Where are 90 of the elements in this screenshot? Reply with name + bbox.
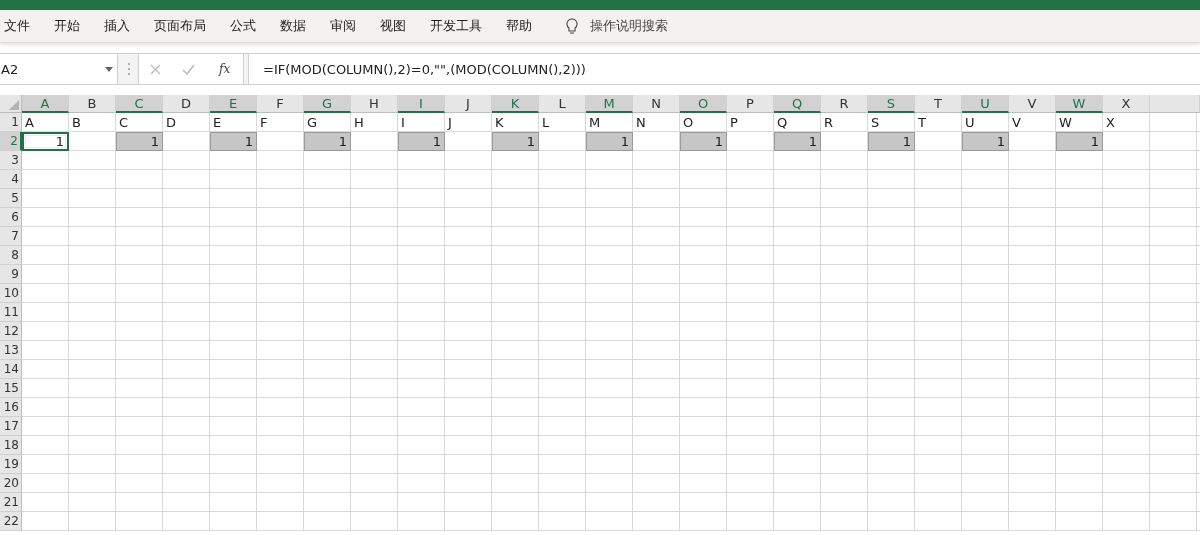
ribbon-tab[interactable]: 审阅: [318, 13, 368, 39]
column-header[interactable]: P: [727, 95, 774, 113]
row-header[interactable]: 16: [0, 398, 22, 417]
column-header[interactable]: D: [163, 95, 210, 113]
ribbon-tab[interactable]: 开始: [42, 13, 92, 39]
column-header[interactable]: Q: [774, 95, 821, 113]
row-header[interactable]: 19: [0, 455, 22, 474]
column-header[interactable]: [1150, 95, 1200, 113]
table-cell[interactable]: L: [539, 113, 586, 132]
ribbon-tab[interactable]: 公式: [218, 13, 268, 39]
column-header[interactable]: A: [22, 95, 69, 113]
select-all-icon[interactable]: [9, 100, 19, 110]
row-header[interactable]: 7: [0, 227, 22, 246]
column-header[interactable]: V: [1009, 95, 1056, 113]
column-header[interactable]: E: [210, 95, 257, 113]
column-header[interactable]: B: [69, 95, 116, 113]
table-cell[interactable]: R: [821, 113, 868, 132]
row-header[interactable]: 1: [0, 113, 22, 132]
table-cell[interactable]: 1: [210, 132, 257, 151]
table-cell[interactable]: 1: [868, 132, 915, 151]
column-header[interactable]: H: [351, 95, 398, 113]
table-cell[interactable]: 1: [398, 132, 445, 151]
row-header[interactable]: 13: [0, 341, 22, 360]
row-header[interactable]: 2: [0, 132, 22, 151]
table-cell[interactable]: 1: [1056, 132, 1103, 151]
ribbon-tab[interactable]: 页面布局: [142, 13, 218, 39]
column-header[interactable]: G: [304, 95, 351, 113]
tell-me-search[interactable]: 操作说明搜索: [590, 17, 668, 35]
column-header[interactable]: O: [680, 95, 727, 113]
row-header[interactable]: 8: [0, 246, 22, 265]
column-header[interactable]: I: [398, 95, 445, 113]
row-header[interactable]: 15: [0, 379, 22, 398]
table-cell[interactable]: J: [445, 113, 492, 132]
table-cell[interactable]: D: [163, 113, 210, 132]
dropdown-caret-icon[interactable]: [105, 66, 113, 72]
table-cell[interactable]: 1: [774, 132, 821, 151]
table-cell[interactable]: N: [633, 113, 680, 132]
column-header[interactable]: F: [257, 95, 304, 113]
column-header[interactable]: C: [116, 95, 163, 113]
table-cell[interactable]: 1: [116, 132, 163, 151]
ribbon-tab[interactable]: 文件: [2, 13, 42, 39]
table-cell[interactable]: 1: [962, 132, 1009, 151]
column-header[interactable]: T: [915, 95, 962, 113]
ribbon-tab[interactable]: 开发工具: [418, 13, 494, 39]
column-header[interactable]: R: [821, 95, 868, 113]
ribbon-tab[interactable]: 数据: [268, 13, 318, 39]
ribbon-tab[interactable]: 帮助: [494, 13, 544, 39]
column-header[interactable]: J: [445, 95, 492, 113]
lightbulb-icon[interactable]: [566, 17, 578, 35]
column-header[interactable]: K: [492, 95, 539, 113]
row-header[interactable]: 9: [0, 265, 22, 284]
row-header[interactable]: 20: [0, 474, 22, 493]
table-cell[interactable]: X: [1103, 113, 1150, 132]
column-header[interactable]: X: [1103, 95, 1150, 113]
row-header[interactable]: 3: [0, 151, 22, 170]
column-header[interactable]: U: [962, 95, 1009, 113]
table-cell[interactable]: B: [69, 113, 116, 132]
column-header[interactable]: W: [1056, 95, 1103, 113]
check-icon[interactable]: [182, 63, 196, 75]
row-header[interactable]: 4: [0, 170, 22, 189]
name-box[interactable]: A2: [0, 54, 118, 84]
table-cell[interactable]: 1: [304, 132, 351, 151]
insert-function-button[interactable]: fx: [217, 62, 233, 76]
row-header[interactable]: 18: [0, 436, 22, 455]
row-header[interactable]: 10: [0, 284, 22, 303]
ribbon-tab[interactable]: 插入: [92, 13, 142, 39]
table-cell[interactable]: F: [257, 113, 304, 132]
row-header[interactable]: 17: [0, 417, 22, 436]
cancel-icon[interactable]: [149, 63, 161, 75]
table-cell[interactable]: 1: [22, 132, 69, 151]
table-cell[interactable]: T: [915, 113, 962, 132]
column-header[interactable]: S: [868, 95, 915, 113]
formula-field[interactable]: =IF(MOD(COLUMN(),2)=0,"",(MOD(COLUMN(),2))): [248, 54, 1200, 84]
row-header[interactable]: 11: [0, 303, 22, 322]
ribbon-tab[interactable]: 视图: [368, 13, 418, 39]
row-header[interactable]: 12: [0, 322, 22, 341]
row-header[interactable]: 14: [0, 360, 22, 379]
row-header[interactable]: 5: [0, 189, 22, 208]
table-cell[interactable]: H: [351, 113, 398, 132]
column-header[interactable]: L: [539, 95, 586, 113]
row-header[interactable]: 21: [0, 493, 22, 512]
table-cell[interactable]: 1: [586, 132, 633, 151]
row-header[interactable]: 22: [0, 512, 22, 531]
column-header[interactable]: N: [633, 95, 680, 113]
column-header[interactable]: M: [586, 95, 633, 113]
table-cell[interactable]: P: [727, 113, 774, 132]
table-cell[interactable]: 1: [492, 132, 539, 151]
table-cell[interactable]: V: [1009, 113, 1056, 132]
table-cell[interactable]: 1: [680, 132, 727, 151]
row-header[interactable]: 6: [0, 208, 22, 227]
